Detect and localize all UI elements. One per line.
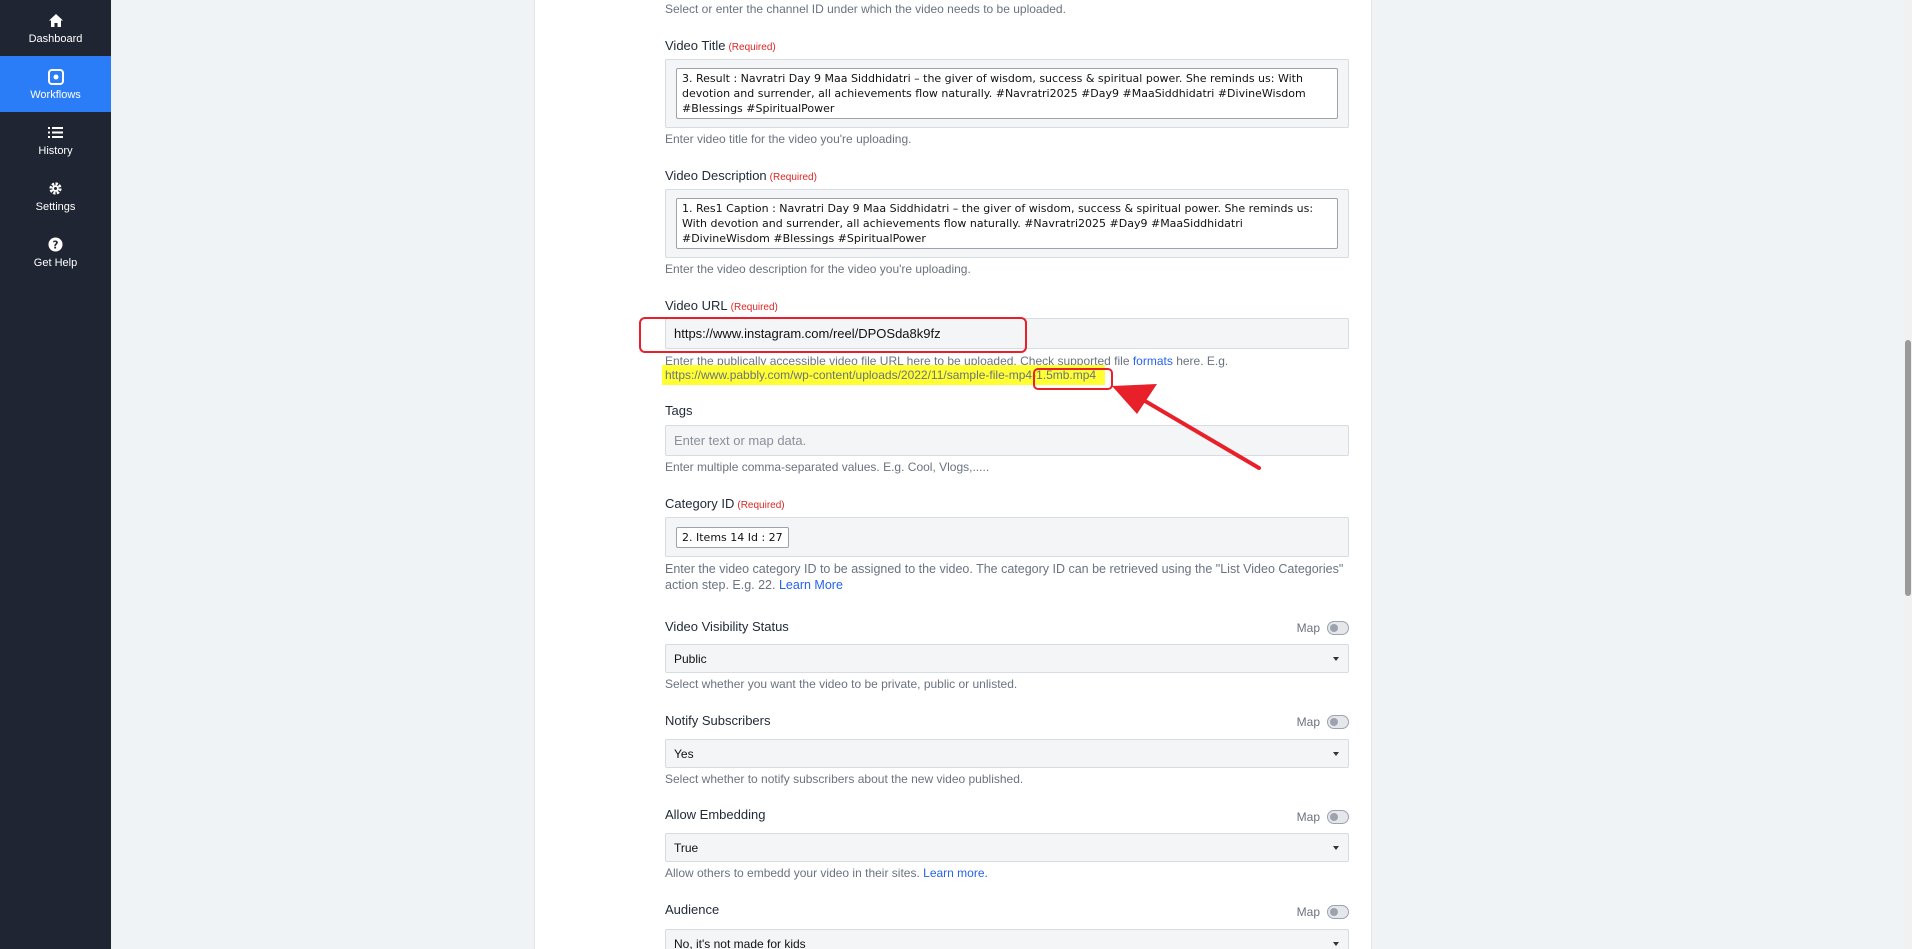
- annotation-box-url: [639, 317, 1027, 353]
- annotation-arrow-head: [1112, 384, 1157, 414]
- annotation-overlay: [639, 317, 1261, 470]
- scrollbar[interactable]: [1904, 0, 1912, 949]
- annotation-box-extension: [1033, 368, 1113, 390]
- scrollbar-thumb[interactable]: [1905, 340, 1911, 596]
- annotation-arrow-shaft: [1138, 396, 1261, 470]
